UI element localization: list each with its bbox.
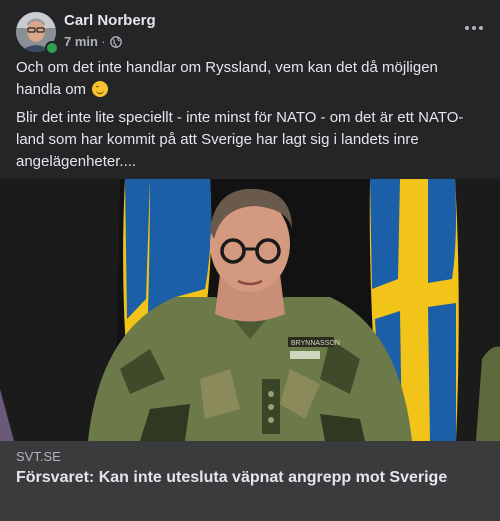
post-paragraph-1: Och om det inte handlar om Ryssland, vem… xyxy=(16,57,482,101)
post-meta: 7 min · xyxy=(64,34,123,49)
post-header: Carl Norberg 7 min · xyxy=(16,12,484,55)
link-preview-image[interactable]: BRYNNASSON xyxy=(0,179,500,441)
link-preview-card[interactable]: SVT.SE Försvaret: Kan inte utesluta väpn… xyxy=(0,441,500,521)
wink-emoji-icon xyxy=(92,81,109,97)
link-domain: SVT.SE xyxy=(16,449,61,464)
post-paragraph-1-text: Och om det inte handlar om Ryssland, vem… xyxy=(16,59,438,98)
online-status-indicator xyxy=(45,41,59,55)
author-name[interactable]: Carl Norberg xyxy=(64,12,156,29)
post-paragraph-2: Blir det inte lite speciellt - inte mins… xyxy=(16,109,464,170)
post-text: Och om det inte handlar om Ryssland, vem… xyxy=(16,57,482,179)
news-photo-officer: BRYNNASSON xyxy=(0,179,500,441)
globe-icon[interactable] xyxy=(110,35,123,48)
link-title[interactable]: Försvaret: Kan inte utesluta väpnat angr… xyxy=(16,468,456,488)
post-timestamp[interactable]: 7 min xyxy=(64,34,98,49)
name-tag: BRYNNASSON xyxy=(291,340,340,347)
facebook-post: Carl Norberg 7 min · Och om det inte han… xyxy=(0,0,500,521)
more-options-icon[interactable] xyxy=(460,14,488,42)
meta-separator: · xyxy=(100,34,106,49)
